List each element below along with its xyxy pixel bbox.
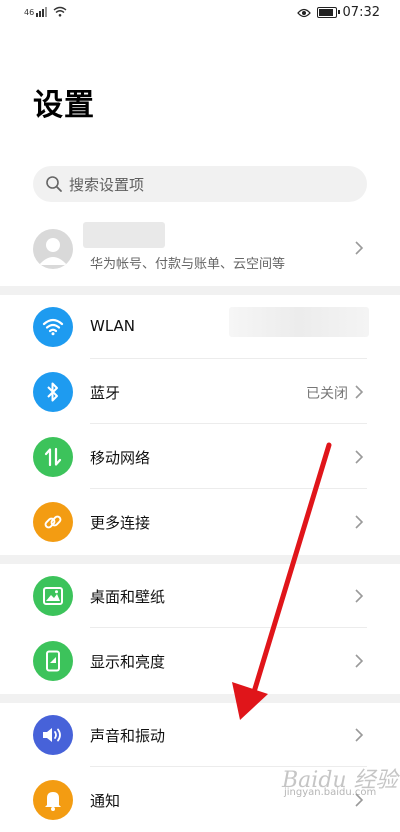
annotation-arrow [232, 442, 332, 720]
watermark-url: jingyan.baidu.com [284, 787, 377, 798]
